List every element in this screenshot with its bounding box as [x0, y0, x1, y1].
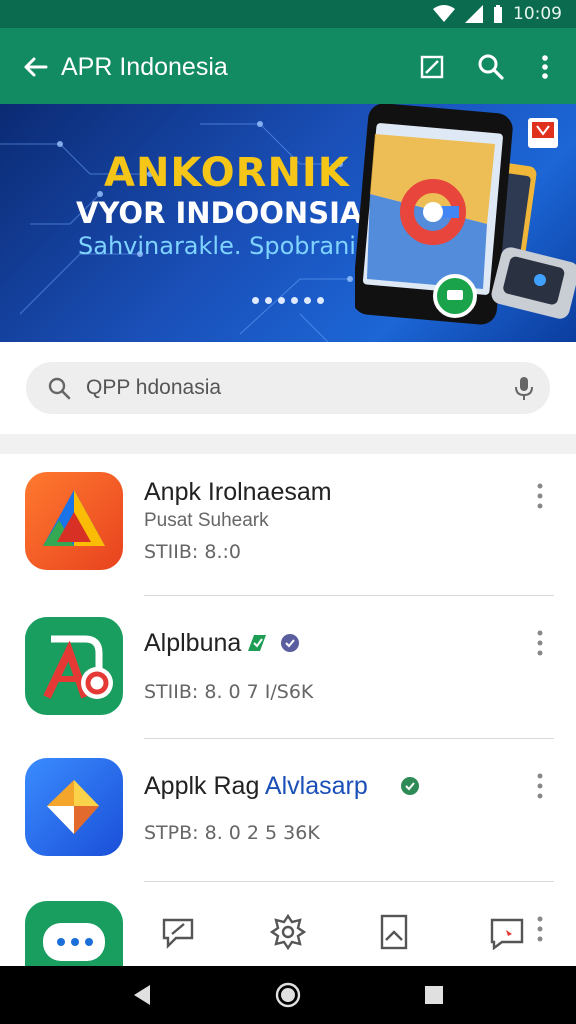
search-icon[interactable] [474, 50, 508, 84]
verified-badge-icon [248, 635, 266, 651]
search-section [0, 342, 576, 434]
status-bar: 10:09 [0, 0, 576, 28]
search-input[interactable] [86, 372, 466, 404]
brand-badge-icon [528, 118, 558, 148]
app-bar: APR Indonesia [0, 28, 576, 104]
item-title-main: Applk Rag [144, 772, 265, 800]
item-meta: STPB: 8. 0 2 5 36K [144, 822, 320, 844]
banner-tagline: Sahvinarakle. Spobranian [78, 232, 386, 260]
section-gap [0, 434, 576, 454]
carousel-dot[interactable] [252, 297, 259, 304]
carousel-dot[interactable] [291, 297, 298, 304]
nav-back-icon[interactable] [128, 981, 156, 1009]
bookmark-icon[interactable] [374, 912, 414, 952]
clock: 10:09 [513, 4, 562, 24]
more-vert-icon[interactable] [530, 772, 550, 800]
divider [144, 881, 554, 882]
diamond-logo-icon [47, 780, 99, 834]
nav-home-icon[interactable] [274, 981, 302, 1009]
system-nav-bar [0, 966, 576, 1024]
battery-icon [494, 5, 502, 23]
carousel-dot[interactable] [304, 297, 311, 304]
item-meta: STIIB: 8. 0 7 I/S6K [144, 681, 314, 703]
item-meta: STIIB: 8.:0 [144, 541, 241, 563]
list-item[interactable]: Alplbuna STIIB: 8. 0 7 I/S6K [0, 597, 576, 739]
list-item[interactable]: Anpk Irolnaesam Pusat Suheark STIIB: 8.:… [0, 454, 576, 596]
list-item[interactable]: Applk Rag Alvlasarp STPB: 8. 0 2 5 36K [0, 740, 576, 882]
feedback-icon[interactable] [158, 912, 198, 952]
wifi-icon [433, 5, 455, 22]
item-subtitle: Pusat Suheark [144, 510, 269, 531]
more-vert-icon[interactable] [530, 629, 550, 657]
carousel-dot[interactable] [278, 297, 285, 304]
search-bar[interactable] [26, 362, 550, 414]
item-title: Anpk Irolnaesam [144, 478, 332, 506]
item-title: Applk Rag Alvlasarp [144, 772, 368, 801]
settings-icon[interactable] [268, 912, 308, 952]
carousel-dot[interactable] [317, 297, 324, 304]
divider [144, 738, 554, 739]
bottom-tab-bar [0, 900, 576, 966]
app-icon[interactable] [25, 617, 123, 715]
app-icon[interactable] [25, 758, 123, 856]
item-title-accent: Alvlasarp [264, 772, 368, 800]
message-icon[interactable] [488, 912, 528, 952]
edit-icon[interactable] [415, 50, 449, 84]
promo-banner[interactable]: ANKORNIK VYOR INDOONSIA Sahvinarakle. Sp… [0, 104, 576, 342]
a-logo-icon [43, 635, 113, 699]
verified-icon [281, 634, 299, 652]
divider [144, 595, 554, 596]
mic-icon[interactable] [512, 375, 536, 401]
triangle-logo-icon [43, 490, 105, 546]
verified-icon [401, 777, 419, 795]
carousel-dots[interactable] [252, 297, 324, 304]
app-icon[interactable] [25, 472, 123, 570]
search-icon[interactable] [46, 375, 72, 401]
carousel-dot[interactable] [265, 297, 272, 304]
page-title: APR Indonesia [61, 53, 228, 81]
item-title: Alplbuna [144, 629, 242, 657]
banner-headline: ANKORNIK [104, 150, 350, 196]
signal-icon [465, 5, 483, 23]
nav-recents-icon[interactable] [420, 981, 448, 1009]
back-arrow-icon[interactable] [18, 50, 52, 84]
more-vert-icon[interactable] [528, 50, 562, 84]
status-icons: 10:09 [433, 3, 562, 25]
more-vert-icon[interactable] [530, 482, 550, 510]
banner-subheadline: VYOR INDOONSIA [76, 196, 363, 230]
